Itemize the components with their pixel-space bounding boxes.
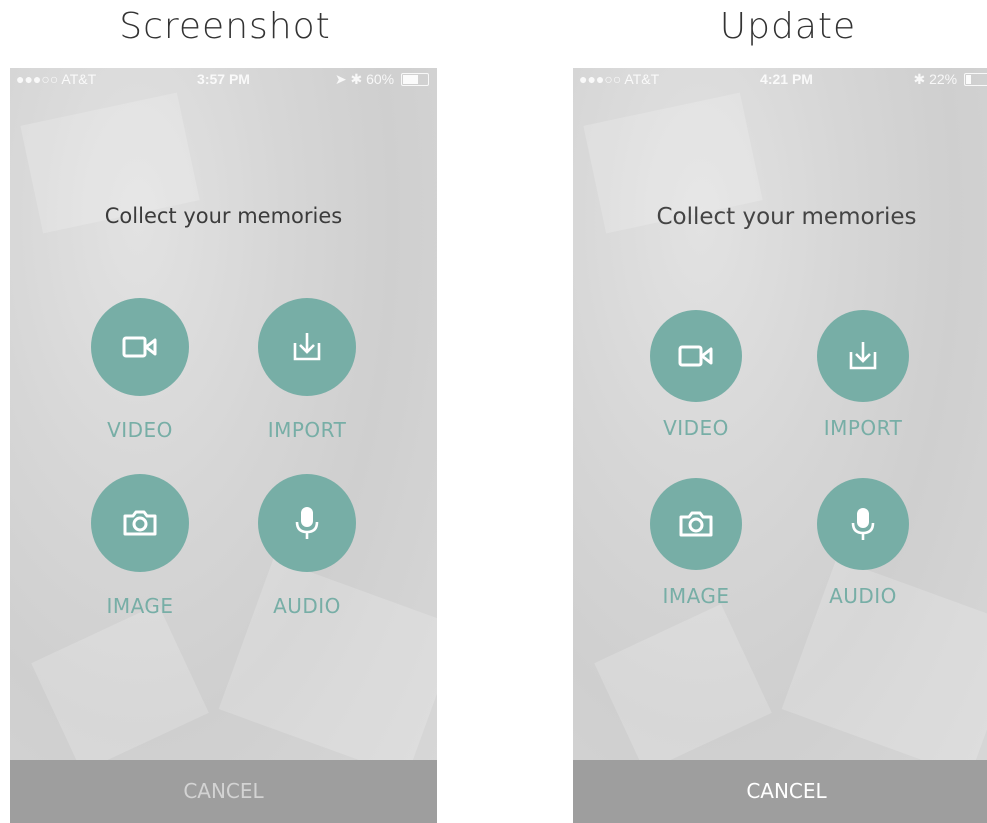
- video-camera-icon: [678, 345, 713, 367]
- status-bar: ●●●○○ AT&T 3:57 PM ➤ ✱ 60%: [10, 68, 437, 90]
- collect-headline: Collect your memories: [104, 204, 343, 228]
- status-bar: ●●●○○ AT&T 4:21 PM ✱ 22%: [573, 68, 987, 90]
- import-download-icon: [849, 342, 877, 370]
- video-label: VIDEO: [107, 418, 173, 442]
- import-download-icon: [293, 333, 321, 361]
- battery-icon: [401, 73, 429, 86]
- phone-screen-update: ●●●○○ AT&T 4:21 PM ✱ 22% Collect your me…: [573, 68, 987, 823]
- audio-button[interactable]: AUDIO: [232, 474, 382, 618]
- collect-headline: Collect your memories: [656, 204, 917, 230]
- image-button[interactable]: IMAGE: [65, 474, 215, 618]
- screenshot-heading: Screenshot: [119, 6, 331, 47]
- audio-label: AUDIO: [273, 594, 341, 618]
- update-heading: Update: [719, 6, 857, 47]
- video-camera-icon: [122, 336, 157, 358]
- video-button[interactable]: VIDEO: [621, 310, 771, 440]
- import-label: IMPORT: [823, 416, 903, 440]
- battery-icon: [964, 73, 987, 86]
- image-label: IMAGE: [106, 594, 174, 618]
- import-label: IMPORT: [267, 418, 347, 442]
- audio-label: AUDIO: [829, 584, 897, 608]
- image-button[interactable]: IMAGE: [621, 478, 771, 608]
- cancel-button[interactable]: CANCEL: [573, 760, 987, 823]
- microphone-icon: [295, 507, 319, 539]
- video-label: VIDEO: [663, 416, 729, 440]
- phone-screen-screenshot: ●●●○○ AT&T 3:57 PM ➤ ✱ 60% Collect your …: [10, 68, 437, 823]
- battery-percent: 60%: [366, 71, 395, 87]
- video-button[interactable]: VIDEO: [65, 298, 215, 442]
- microphone-icon: [851, 508, 875, 540]
- bluetooth-icon: ✱: [350, 71, 363, 87]
- camera-icon: [123, 510, 157, 536]
- status-right: ➤ ✱ 60%: [335, 71, 429, 88]
- audio-button[interactable]: AUDIO: [788, 478, 938, 608]
- location-icon: ➤: [334, 71, 347, 87]
- import-button[interactable]: IMPORT: [232, 298, 382, 442]
- camera-icon: [679, 511, 713, 537]
- import-button[interactable]: IMPORT: [788, 310, 938, 440]
- battery-percent: 22%: [929, 71, 958, 87]
- status-right: ✱ 22%: [913, 71, 987, 88]
- bluetooth-icon: ✱: [913, 71, 926, 87]
- image-label: IMAGE: [662, 584, 730, 608]
- cancel-button[interactable]: CANCEL: [10, 760, 437, 823]
